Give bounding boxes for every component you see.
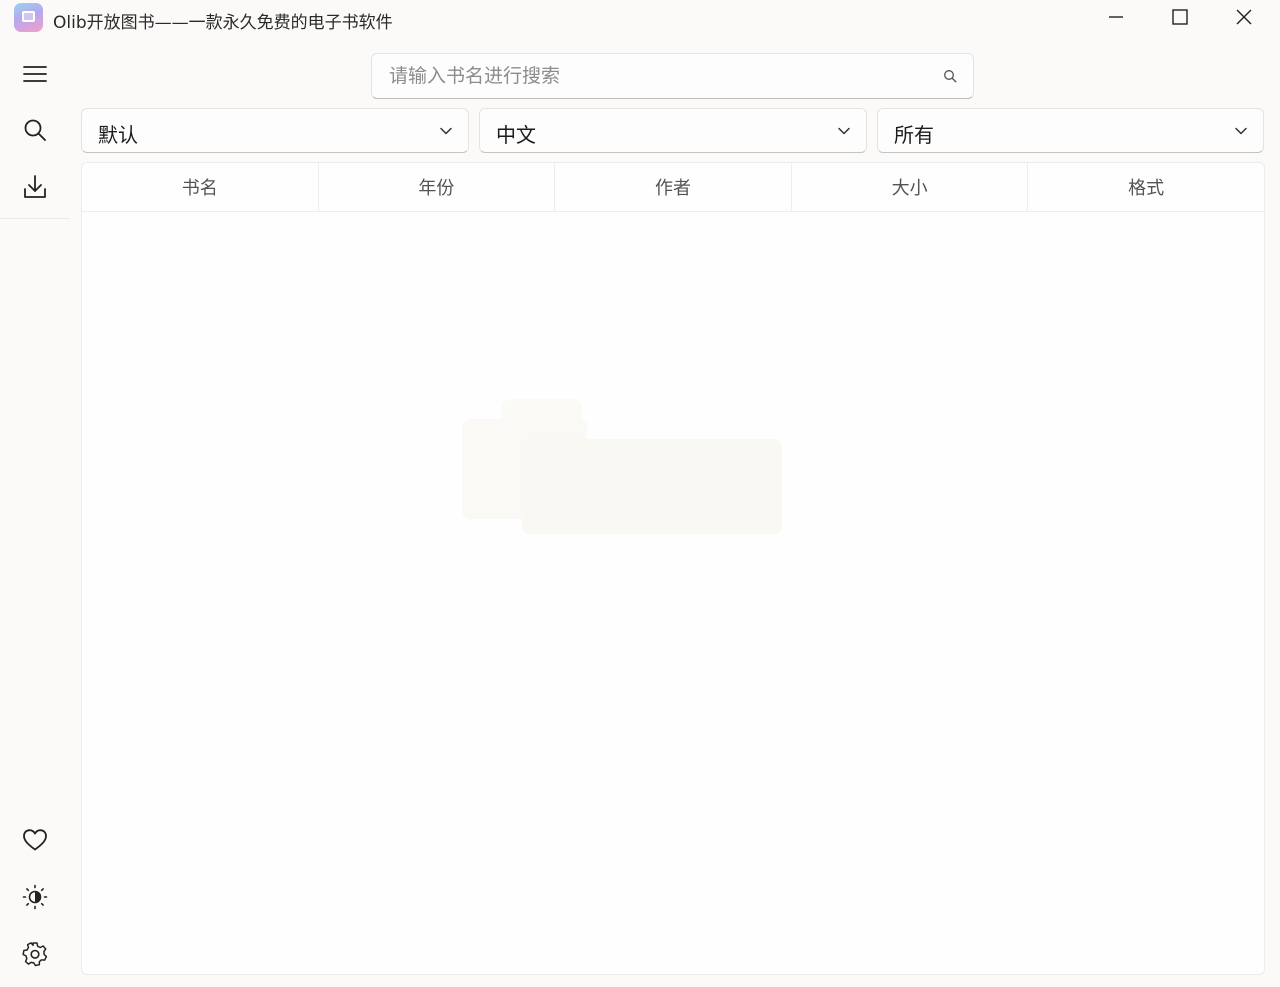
chevron-down-icon [838, 127, 850, 135]
close-icon [1236, 9, 1252, 25]
column-header-size[interactable]: 大小 [792, 163, 1029, 211]
chevron-down-icon [440, 127, 452, 135]
empty-state-illustration [462, 399, 782, 534]
menu-button[interactable] [14, 53, 56, 95]
maximize-button[interactable] [1152, 0, 1208, 34]
sort-dropdown-value: 默认 [98, 123, 138, 147]
gear-icon [22, 942, 48, 967]
search-icon [944, 70, 957, 83]
close-button[interactable] [1216, 0, 1272, 34]
title-bar: Olib开放图书——一款永久免费的电子书软件 [0, 0, 1280, 36]
brightness-icon [22, 884, 48, 910]
hamburger-menu-icon [23, 66, 47, 82]
sidebar [0, 44, 70, 987]
window-title: Olib开放图书——一款永久免费的电子书软件 [53, 13, 393, 33]
sidebar-item-favorites[interactable] [14, 819, 56, 861]
search-icon [24, 119, 46, 141]
theme-toggle-button[interactable] [14, 876, 56, 918]
minimize-button[interactable] [1088, 0, 1144, 34]
download-icon [24, 175, 46, 198]
search-input[interactable] [372, 54, 932, 98]
language-dropdown-value: 中文 [496, 123, 536, 147]
maximize-icon [1172, 9, 1188, 25]
heart-icon [23, 829, 47, 851]
search-submit-button[interactable] [941, 67, 959, 85]
column-header-year[interactable]: 年份 [319, 163, 556, 211]
search-box [371, 53, 974, 99]
chevron-down-icon [1235, 127, 1247, 135]
minimize-icon [1109, 16, 1123, 18]
app-window: Olib开放图书——一款永久免费的电子书软件 请输入书名进行搜索 默认 中文 所… [0, 0, 1280, 987]
sidebar-item-search[interactable] [14, 109, 56, 151]
results-table: 书名 年份 作者 大小 格式 [81, 162, 1265, 975]
column-header-author[interactable]: 作者 [555, 163, 792, 211]
sidebar-item-downloads[interactable] [14, 166, 56, 208]
column-header-format[interactable]: 格式 [1028, 163, 1264, 211]
table-header: 书名 年份 作者 大小 格式 [82, 163, 1264, 212]
sort-dropdown[interactable]: 默认 [81, 108, 469, 153]
sidebar-divider [0, 218, 70, 219]
format-dropdown-value: 所有 [894, 123, 934, 147]
sidebar-item-settings[interactable] [14, 933, 56, 975]
language-dropdown[interactable]: 中文 [479, 108, 867, 153]
app-logo-icon [14, 3, 43, 32]
column-header-title[interactable]: 书名 [82, 163, 319, 211]
format-dropdown[interactable]: 所有 [877, 108, 1264, 153]
